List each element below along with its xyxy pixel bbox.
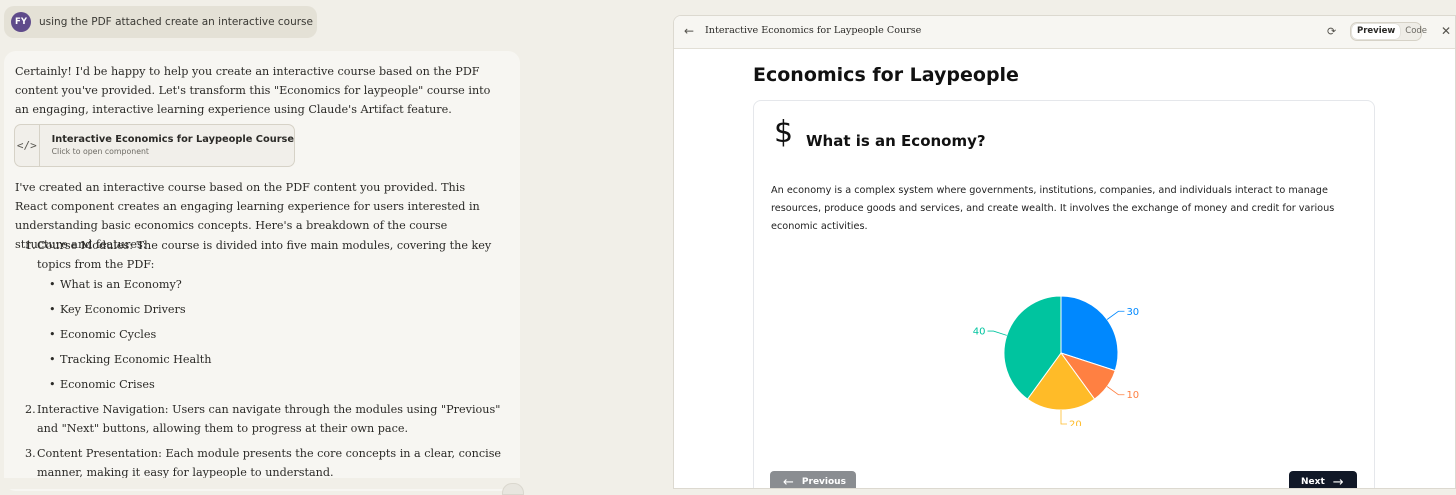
list-item-text: Content Presentation: Each module presen… xyxy=(37,447,502,479)
tab-preview[interactable]: Preview xyxy=(1352,24,1401,39)
pie-chart: 30 10 20 40 xyxy=(973,295,1139,427)
next-button-label: Next xyxy=(1301,477,1325,487)
pie-label-line xyxy=(1106,310,1125,320)
pie-data-label: 20 xyxy=(1069,420,1082,427)
previous-button-label: Previous xyxy=(801,477,846,487)
user-message-text: using the PDF attached create an interac… xyxy=(39,16,313,28)
scroll-down-button[interactable] xyxy=(502,483,524,495)
tab-code[interactable]: Code xyxy=(1400,24,1432,39)
artifact-title: Interactive Economics for Laypeople Cour… xyxy=(705,25,922,36)
artifact-header: ← Interactive Economics for Laypeople Co… xyxy=(674,16,1455,49)
code-icon: </> xyxy=(15,125,40,166)
module-card: $ What is an Economy? An economy is a co… xyxy=(753,100,1375,489)
refresh-icon[interactable]: ⟳ xyxy=(1327,25,1336,38)
back-arrow-icon[interactable]: ← xyxy=(684,24,694,38)
artifact-panel: ← Interactive Economics for Laypeople Co… xyxy=(673,15,1456,489)
module-list-item: Key Economic Drivers xyxy=(49,300,507,319)
module-description: An economy is a complex system where gov… xyxy=(771,185,1335,232)
list-item: Course Modules: The course is divided in… xyxy=(25,236,507,394)
module-list-item: Economic Crises xyxy=(49,375,507,394)
dollar-icon: $ xyxy=(774,115,794,150)
list-item-text: Course Modules: The course is divided in… xyxy=(37,239,492,271)
feature-list: Course Modules: The course is divided in… xyxy=(15,236,507,482)
module-list: What is an Economy? Key Economic Drivers… xyxy=(37,275,507,394)
artifact-card-subtitle: Click to open component xyxy=(51,147,149,156)
course-title: Economics for Laypeople xyxy=(753,64,1019,86)
chat-input-area xyxy=(0,478,530,489)
pie-label-line xyxy=(1106,386,1125,396)
module-list-item: What is an Economy? xyxy=(49,275,507,294)
pie-data-label: 10 xyxy=(1126,390,1139,401)
user-avatar: FY xyxy=(11,12,31,32)
close-icon[interactable]: ✕ xyxy=(1441,24,1451,38)
artifact-card[interactable]: </> Interactive Economics for Laypeople … xyxy=(14,124,295,167)
artifact-card-title: Interactive Economics for Laypeople Cour… xyxy=(51,134,294,145)
arrow-left-icon: ← xyxy=(783,475,794,489)
previous-button[interactable]: ← Previous xyxy=(770,471,856,489)
view-toggle: Preview Code xyxy=(1350,22,1427,41)
assistant-message: Certainly! I'd be happy to help you crea… xyxy=(4,51,520,491)
module-list-item: Tracking Economic Health xyxy=(49,350,507,369)
list-item-text: Interactive Navigation: Users can naviga… xyxy=(37,403,501,435)
arrow-right-icon: → xyxy=(1332,475,1344,489)
list-item: Interactive Navigation: Users can naviga… xyxy=(25,400,507,438)
list-item: Content Presentation: Each module presen… xyxy=(25,444,507,482)
pie-label-line xyxy=(1060,410,1067,425)
user-message: FY using the PDF attached create an inte… xyxy=(4,6,317,38)
module-list-item: Economic Cycles xyxy=(49,325,507,344)
assistant-intro: Certainly! I'd be happy to help you crea… xyxy=(15,65,491,116)
pie-data-label: 40 xyxy=(973,327,986,338)
module-title: What is an Economy? xyxy=(806,132,986,150)
next-button[interactable]: Next → xyxy=(1289,471,1357,489)
pie-data-label: 30 xyxy=(1126,307,1139,318)
pie-label-line xyxy=(987,330,1007,336)
